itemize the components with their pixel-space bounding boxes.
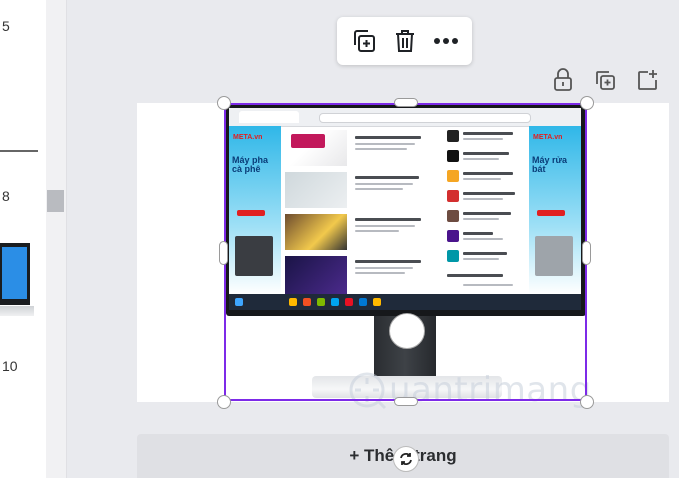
rotate-icon	[400, 453, 412, 465]
thumbnail-screen	[2, 247, 27, 299]
more-dots-icon	[433, 38, 458, 44]
resize-handle-right[interactable]	[582, 241, 591, 265]
resize-handle-bottom-left[interactable]	[217, 395, 231, 409]
selection-frame	[224, 103, 587, 401]
delete-button[interactable]	[388, 24, 422, 58]
page-thumbnail-line[interactable]	[0, 150, 38, 152]
resize-handle-top-left[interactable]	[217, 96, 231, 110]
element-toolbar	[337, 17, 472, 65]
trash-icon	[395, 30, 414, 52]
duplicate-icon	[353, 30, 375, 52]
thumbnail-stand	[0, 306, 34, 316]
rotate-handle[interactable]	[393, 446, 419, 472]
add-page-icon	[638, 70, 657, 90]
resize-handle-top[interactable]	[394, 98, 418, 107]
sidebar-scrollbar-thumb[interactable]	[47, 190, 64, 212]
page-actions	[548, 66, 662, 94]
copy-plus-icon	[596, 71, 615, 90]
page-number-label: 10	[2, 358, 18, 374]
page-number-label: 8	[2, 188, 10, 204]
more-options-button[interactable]	[429, 24, 463, 58]
resize-handle-bottom[interactable]	[394, 397, 418, 406]
resize-handle-left[interactable]	[219, 241, 228, 265]
duplicate-page-button[interactable]	[590, 66, 620, 94]
page-thumbnail-sidebar: 5 8 10	[0, 0, 46, 478]
lock-page-button[interactable]	[548, 66, 578, 94]
sidebar-scrollbar-track[interactable]	[46, 0, 67, 478]
lock-icon	[554, 68, 572, 91]
resize-handle-top-right[interactable]	[580, 96, 594, 110]
duplicate-button[interactable]	[347, 24, 381, 58]
page-thumbnail-monitor[interactable]	[0, 243, 30, 305]
add-page-button[interactable]	[632, 66, 662, 94]
resize-handle-bottom-right[interactable]	[580, 395, 594, 409]
page-number-label: 5	[2, 18, 10, 34]
